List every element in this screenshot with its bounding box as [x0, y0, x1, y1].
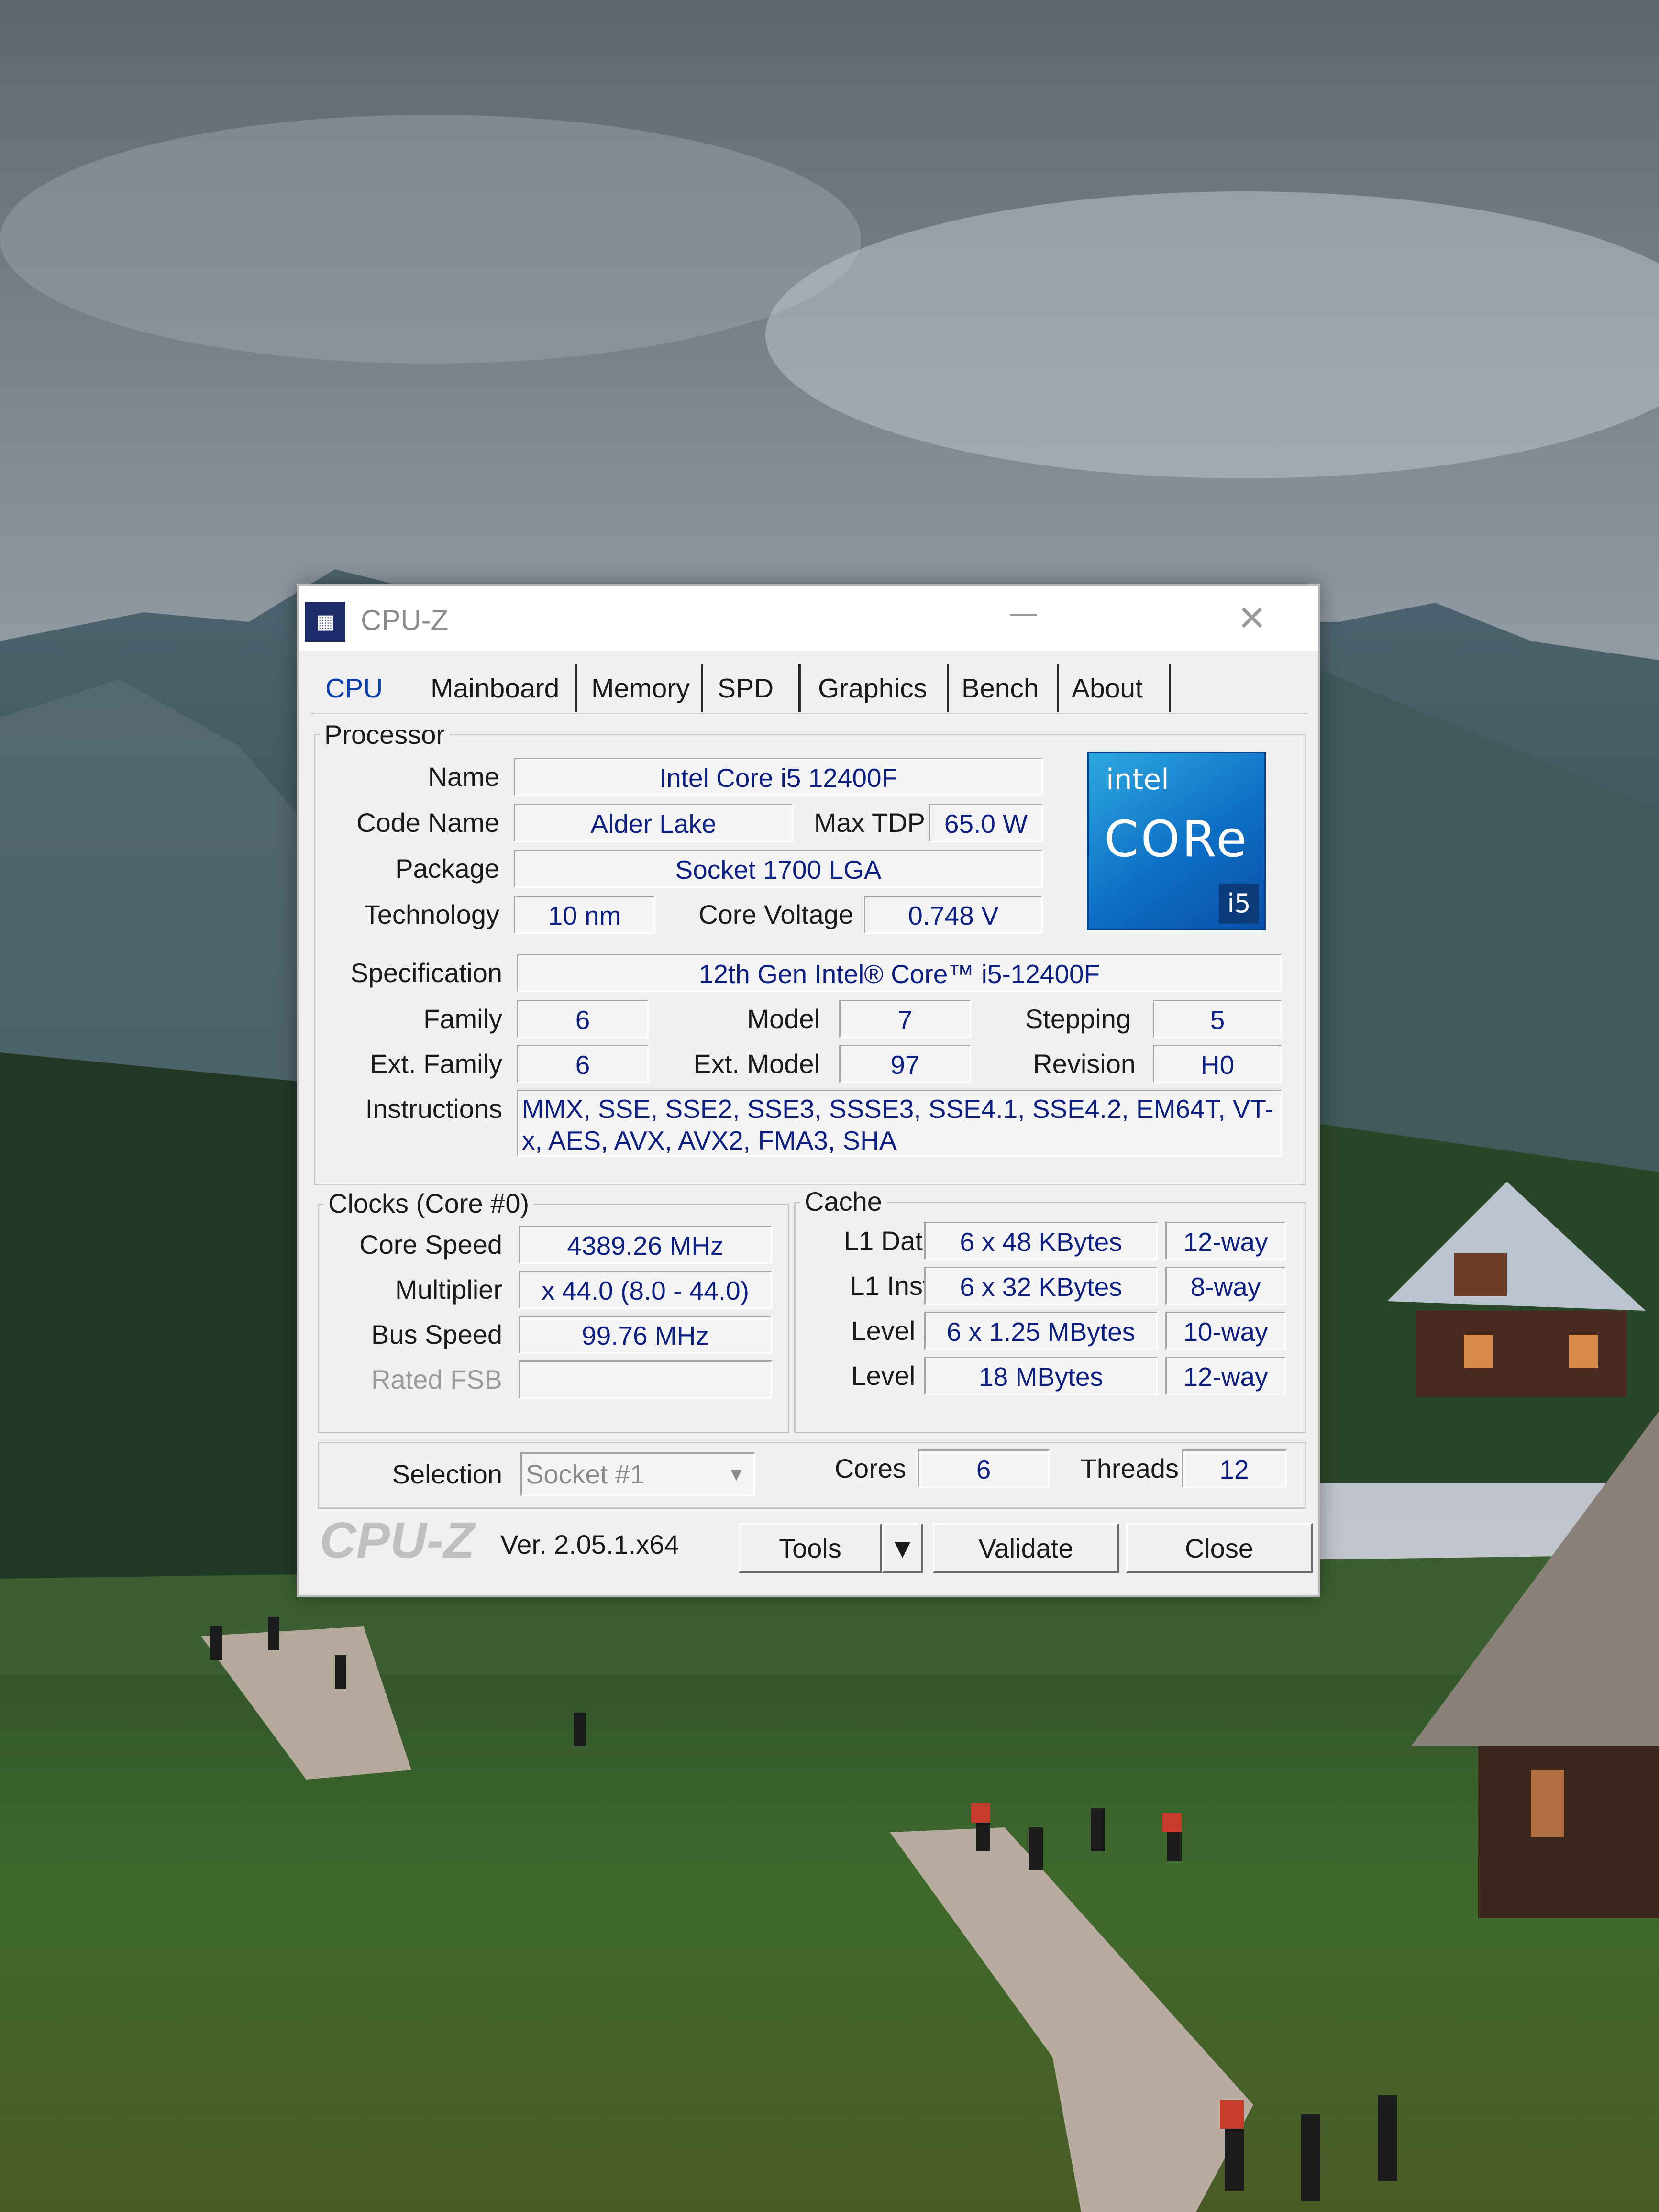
tab-panel-border — [311, 713, 1307, 714]
socket-select-value: Socket #1 — [526, 1459, 645, 1489]
tools-dropdown-button[interactable]: ▼ — [882, 1523, 923, 1573]
multiplier-field: x 44.0 (8.0 - 44.0) — [519, 1271, 772, 1309]
instructions-field: MMX, SSE, SSE2, SSE3, SSSE3, SSE4.1, SSE… — [517, 1090, 1282, 1157]
close-button[interactable]: Close — [1126, 1523, 1313, 1573]
specification-label: Specification — [350, 958, 502, 988]
minimize-button[interactable] — [1010, 614, 1037, 616]
processor-group-title: Processor — [320, 719, 450, 750]
tab-cpu[interactable]: CPU — [318, 664, 428, 712]
technology-field: 10 nm — [514, 896, 655, 934]
cache-row-ways: 12-way — [1165, 1222, 1286, 1260]
revision-label: Revision — [1033, 1049, 1136, 1079]
cache-row-size: 6 x 32 KBytes — [924, 1267, 1158, 1305]
clocks-group-title: Clocks (Core #0) — [323, 1188, 534, 1219]
model-field: 7 — [839, 1000, 971, 1038]
family-field: 6 — [517, 1000, 649, 1038]
model-label: Model — [747, 1004, 820, 1034]
close-window-icon[interactable]: × — [1239, 591, 1265, 644]
window-title: CPU-Z — [361, 604, 449, 636]
version-label: Ver. 2.05.1.x64 — [500, 1529, 679, 1559]
tab-bench[interactable]: Bench — [954, 664, 1059, 712]
name-field: Intel Core i5 12400F — [514, 758, 1043, 796]
cpuz-app-icon: ▦ — [305, 602, 345, 642]
rated-fsb-field — [519, 1360, 772, 1399]
rated-fsb-label: Rated FSB — [371, 1364, 502, 1394]
max-tdp-label: Max TDP — [814, 807, 925, 838]
tab-bar: CPU Mainboard Memory SPD Graphics Bench … — [313, 664, 1298, 713]
cache-row-size: 6 x 1.25 MBytes — [924, 1312, 1158, 1350]
cache-row-label: Level 3 — [851, 1360, 938, 1391]
ext-model-label: Ext. Model — [693, 1049, 820, 1079]
cores-label: Cores — [834, 1453, 906, 1483]
tab-about[interactable]: About — [1064, 664, 1171, 712]
cache-row-label: L1 Inst. — [850, 1271, 938, 1301]
cache-row-label: Level 2 — [851, 1316, 938, 1346]
cache-row-label: L1 Data — [843, 1226, 938, 1256]
threads-label: Threads — [1080, 1453, 1179, 1483]
name-label: Name — [428, 762, 499, 792]
cache-group-title: Cache — [800, 1186, 887, 1217]
ext-family-label: Ext. Family — [370, 1049, 502, 1079]
i5-badge: i5 — [1219, 884, 1259, 924]
cpuz-window: ▦ CPU-Z × CPU Mainboard Memory SPD Graph… — [297, 584, 1320, 1597]
tab-memory[interactable]: Memory — [584, 664, 703, 712]
core-brand-text: CORe — [1104, 810, 1249, 868]
family-label: Family — [423, 1004, 502, 1034]
core-voltage-label: Core Voltage — [698, 899, 853, 929]
package-label: Package — [395, 853, 499, 884]
cache-row-size: 6 x 48 KBytes — [924, 1222, 1158, 1260]
threads-field: 12 — [1182, 1449, 1287, 1488]
intel-core-i5-logo: intel CORe i5 — [1087, 752, 1266, 930]
core-voltage-field: 0.748 V — [864, 896, 1043, 934]
chevron-down-icon[interactable]: ▼ — [723, 1454, 750, 1495]
specification-field: 12th Gen Intel® Core™ i5-12400F — [517, 954, 1282, 992]
cache-row-ways: 12-way — [1165, 1357, 1286, 1395]
stepping-label: Stepping — [1025, 1004, 1131, 1034]
ext-model-field: 97 — [839, 1045, 971, 1083]
revision-field: H0 — [1153, 1045, 1282, 1083]
cpuz-footer-logo: CPU-Z — [320, 1512, 475, 1569]
ext-family-field: 6 — [517, 1045, 649, 1083]
code-name-label: Code Name — [356, 807, 499, 838]
intel-brand-text: intel — [1106, 763, 1169, 796]
title-bar[interactable]: ▦ CPU-Z × — [299, 586, 1318, 651]
cores-field: 6 — [918, 1449, 1050, 1488]
bus-speed-label: Bus Speed — [371, 1319, 502, 1349]
core-speed-field: 4389.26 MHz — [519, 1226, 772, 1264]
package-field: Socket 1700 LGA — [514, 850, 1043, 888]
socket-select[interactable]: Socket #1 ▼ — [520, 1452, 755, 1496]
tools-button[interactable]: Tools — [739, 1523, 882, 1573]
cache-row-ways: 8-way — [1165, 1267, 1286, 1305]
tab-spd[interactable]: SPD — [710, 664, 801, 712]
code-name-field: Alder Lake — [514, 804, 793, 842]
technology-label: Technology — [364, 899, 499, 929]
cache-row-size: 18 MBytes — [924, 1357, 1158, 1395]
bus-speed-field: 99.76 MHz — [519, 1316, 772, 1354]
tab-mainboard[interactable]: Mainboard — [423, 664, 577, 712]
core-speed-label: Core Speed — [359, 1229, 502, 1260]
max-tdp-field: 65.0 W — [929, 804, 1043, 842]
stepping-field: 5 — [1153, 1000, 1282, 1038]
validate-button[interactable]: Validate — [933, 1523, 1119, 1573]
selection-label: Selection — [392, 1459, 502, 1489]
multiplier-label: Multiplier — [395, 1274, 502, 1305]
tab-graphics[interactable]: Graphics — [810, 664, 949, 712]
cache-row-ways: 10-way — [1165, 1312, 1286, 1350]
instructions-label: Instructions — [365, 1094, 502, 1124]
